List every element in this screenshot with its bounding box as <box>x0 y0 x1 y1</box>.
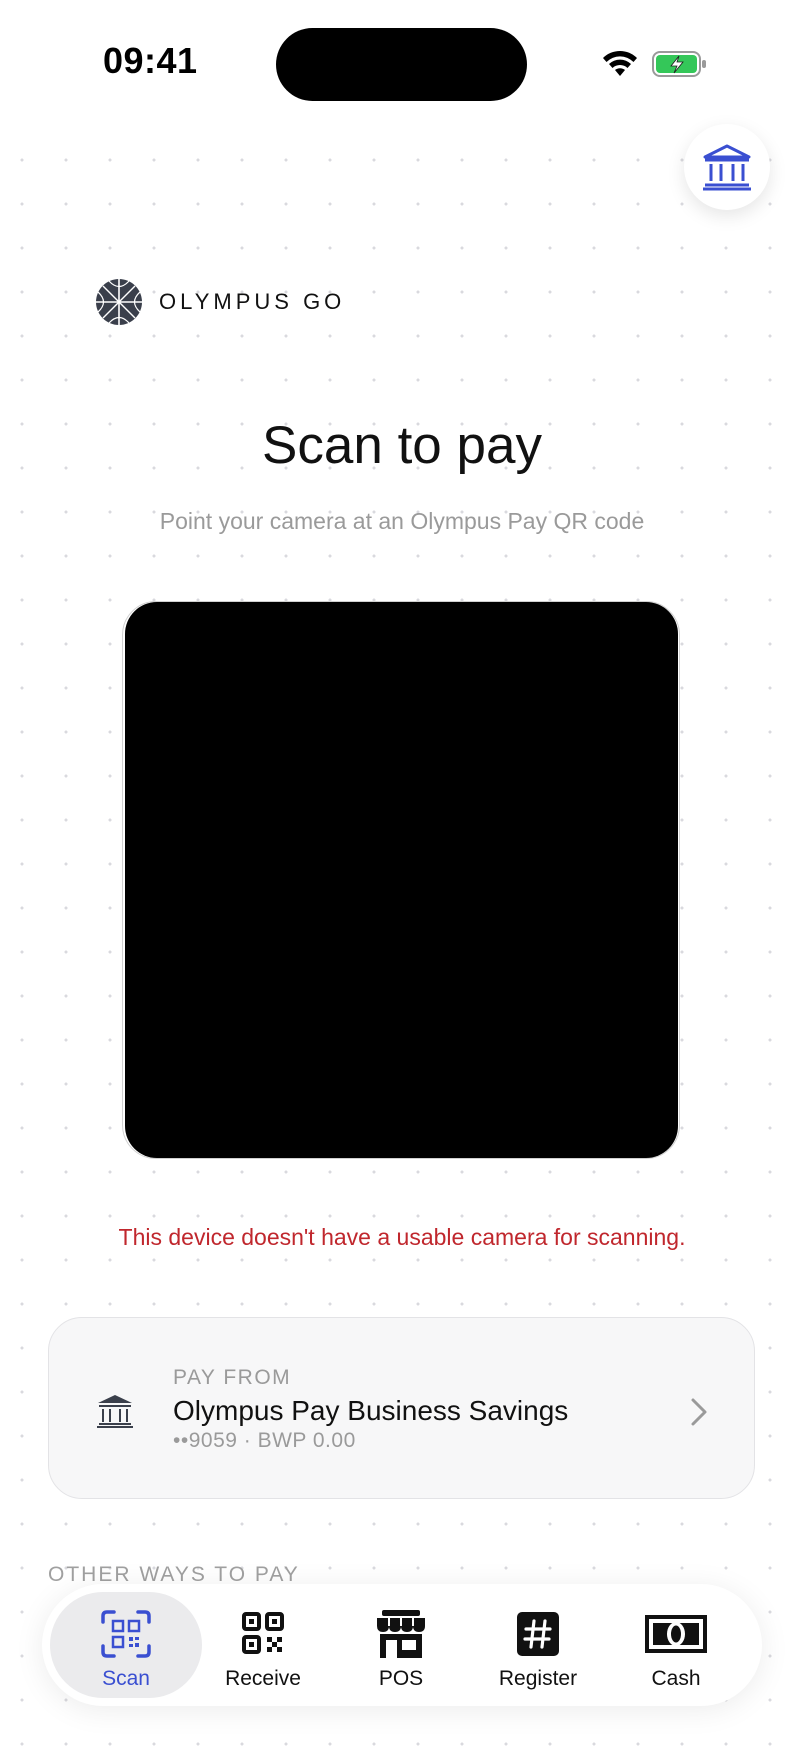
camera-error-message: This device doesn't have a usable camera… <box>118 1224 686 1250</box>
brand-name: OLYMPUS GO <box>159 289 346 314</box>
qr-code-icon <box>242 1612 284 1654</box>
tab-register[interactable]: Register <box>462 1592 614 1698</box>
account-detail: ••9059 · BWP 0.00 <box>173 1429 356 1452</box>
battery-charging-icon <box>652 51 706 77</box>
tab-label: Register <box>498 1667 578 1690</box>
account-name: Olympus Pay Business Savings <box>173 1395 569 1426</box>
qr-scan-icon <box>101 1610 151 1658</box>
tab-label: Receive <box>225 1667 301 1690</box>
tab-scan[interactable]: Scan <box>50 1592 202 1698</box>
tab-pos[interactable]: POS <box>325 1592 477 1698</box>
bank-accounts-button[interactable] <box>684 124 770 210</box>
camera-viewport <box>125 602 678 1158</box>
brand-header: OLYMPUS GO <box>95 278 345 326</box>
tab-cash[interactable]: Cash <box>600 1592 752 1698</box>
olympus-logo-icon <box>96 279 142 325</box>
pay-from-label: PAY FROM <box>173 1366 292 1389</box>
status-time: 09:41 <box>103 40 198 81</box>
status-bar: 09:41 <box>0 0 804 130</box>
pay-from-account-card[interactable]: PAY FROM Olympus Pay Business Savings ••… <box>48 1317 755 1499</box>
chevron-right-icon <box>691 1398 707 1426</box>
banknote-icon <box>645 1615 707 1653</box>
bottom-tab-bar: Scan Receive POS Register Cash <box>42 1584 762 1706</box>
wifi-icon <box>603 50 637 76</box>
bank-icon <box>97 1395 133 1428</box>
tab-receive[interactable]: Receive <box>187 1592 339 1698</box>
page-subtitle: Point your camera at an Olympus Pay QR c… <box>159 508 645 534</box>
bank-icon <box>703 144 751 191</box>
tab-label: Cash <box>651 1667 701 1690</box>
tab-label: POS <box>378 1667 424 1690</box>
page-title: Scan to pay <box>262 416 542 475</box>
storefront-icon <box>377 1610 425 1658</box>
tab-label: Scan <box>102 1667 150 1690</box>
hash-icon <box>517 1612 559 1656</box>
dynamic-island <box>276 28 527 101</box>
